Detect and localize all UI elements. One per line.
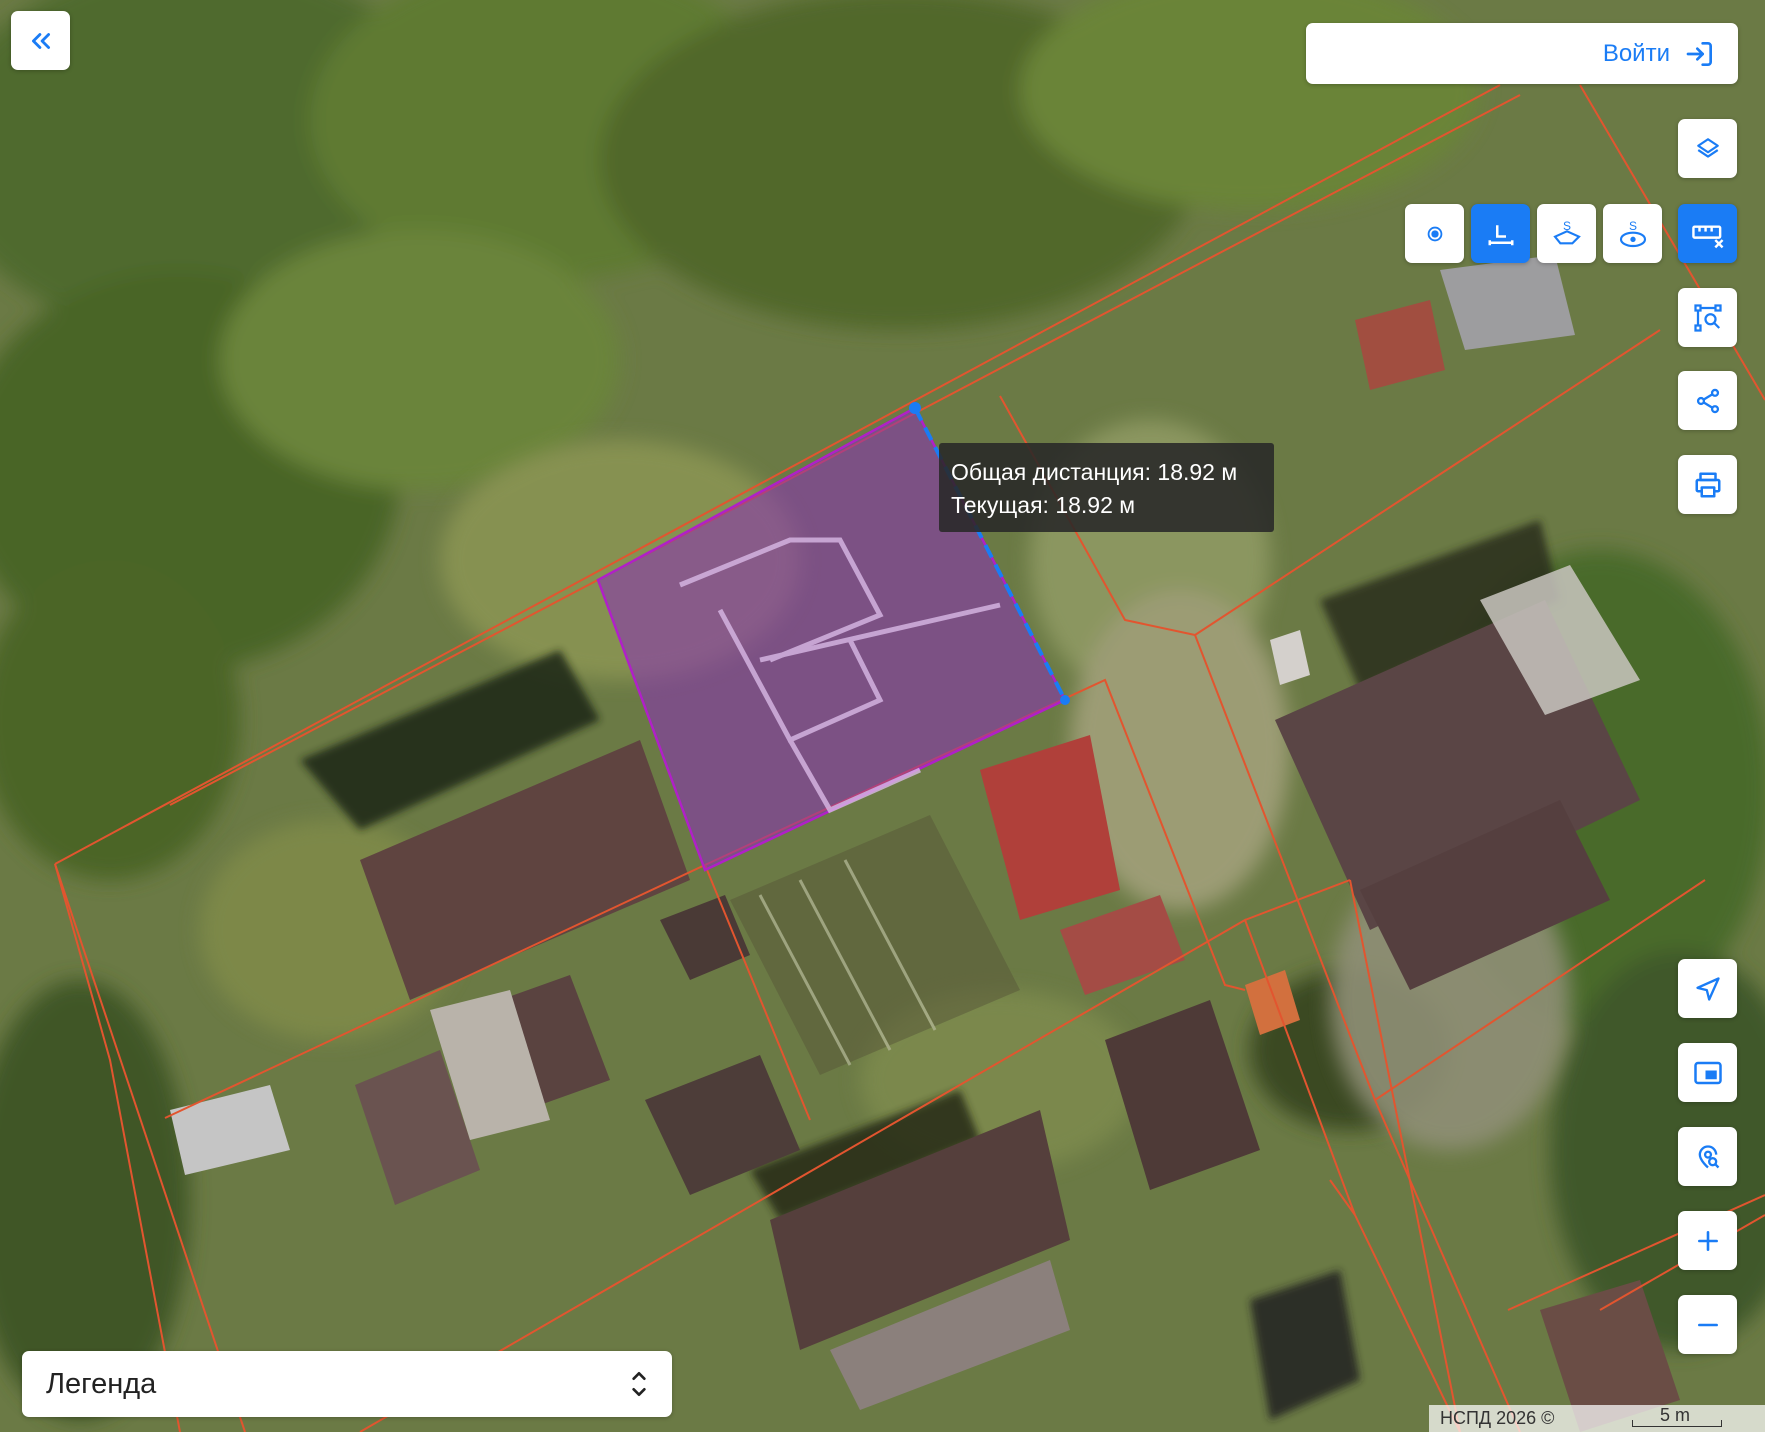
layers-icon bbox=[1696, 137, 1719, 158]
map-attribution: НСПД 2026 © bbox=[1429, 1405, 1765, 1432]
minimap-button[interactable] bbox=[1678, 1043, 1737, 1102]
navigate-button[interactable] bbox=[1678, 959, 1737, 1018]
ruler-close-icon bbox=[1691, 225, 1723, 248]
attribution-text: НСПД 2026 © bbox=[1440, 1408, 1555, 1428]
total-distance: Общая дистанция: 18.92 м bbox=[951, 459, 1238, 485]
print-icon bbox=[1695, 472, 1720, 497]
circle-area-icon: S bbox=[1619, 219, 1646, 247]
login-button[interactable]: Войти bbox=[1306, 23, 1738, 84]
measure-circle-button[interactable]: S bbox=[1603, 204, 1662, 263]
minimap-icon bbox=[1693, 1061, 1722, 1084]
select-area-icon bbox=[1693, 303, 1722, 332]
share-button[interactable] bbox=[1678, 371, 1737, 430]
current-distance: Текущая: 18.92 м bbox=[951, 492, 1136, 518]
share-icon bbox=[1696, 388, 1719, 413]
point-icon bbox=[1427, 226, 1442, 241]
login-icon bbox=[1686, 41, 1712, 66]
ruler-close-button[interactable] bbox=[1678, 204, 1737, 263]
navigate-icon bbox=[1695, 976, 1720, 1001]
line-measure-icon bbox=[1488, 224, 1513, 245]
zoom-out-icon bbox=[1697, 1323, 1718, 1326]
scale-bar bbox=[1632, 1420, 1722, 1427]
measure-point-button[interactable] bbox=[1405, 204, 1464, 263]
print-button[interactable] bbox=[1678, 455, 1737, 514]
locate-search-button[interactable] bbox=[1678, 1127, 1737, 1186]
locate-search-icon bbox=[1698, 1144, 1719, 1168]
login-label: Войти bbox=[1602, 39, 1670, 67]
measure-line-button[interactable] bbox=[1471, 204, 1530, 263]
zoom-out-button[interactable] bbox=[1678, 1295, 1737, 1354]
collapse-panel-button[interactable] bbox=[11, 11, 70, 70]
chevrons-left-icon bbox=[31, 32, 50, 49]
zoom-in-button[interactable] bbox=[1678, 1211, 1737, 1270]
legend-label: Легенда bbox=[46, 1367, 157, 1400]
select-area-button[interactable] bbox=[1678, 288, 1737, 347]
zoom-in-icon bbox=[1697, 1230, 1718, 1251]
measure-polygon-button[interactable]: S bbox=[1537, 204, 1596, 263]
measure-tooltip: Общая дистанция: 18.92 м Текущая: 18.92 … bbox=[939, 443, 1274, 532]
polygon-area-icon: S bbox=[1552, 219, 1581, 244]
layers-button[interactable] bbox=[1678, 119, 1737, 178]
svg-text:S: S bbox=[1628, 219, 1636, 233]
legend-toggle[interactable]: Легенда bbox=[22, 1351, 672, 1417]
chevron-up-down-icon bbox=[632, 1372, 646, 1396]
